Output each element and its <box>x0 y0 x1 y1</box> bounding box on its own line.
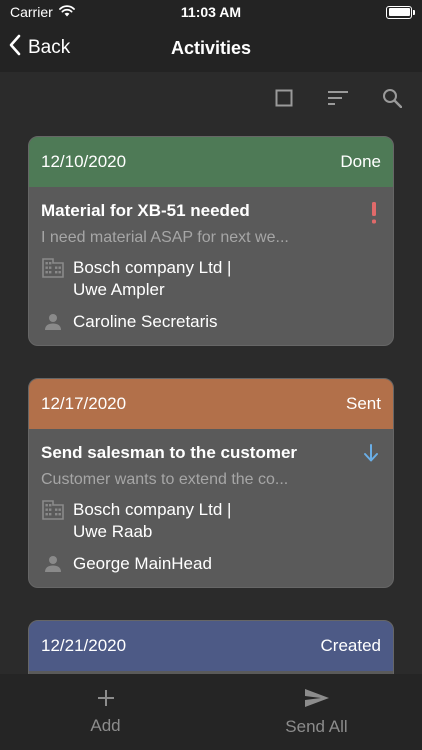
card-body: Send salesman to the customer Customer w… <box>29 429 393 587</box>
send-all-label: Send All <box>285 716 348 736</box>
chevron-left-icon <box>8 34 22 62</box>
sort-button[interactable] <box>318 80 358 120</box>
contact-name: Uwe Raab <box>73 522 153 541</box>
building-icon <box>41 257 65 279</box>
company-row: Bosch company Ltd | Uwe Ampler <box>41 257 381 301</box>
wifi-icon <box>58 4 75 20</box>
select-button[interactable] <box>264 80 304 120</box>
search-button[interactable] <box>372 80 412 120</box>
send-all-button[interactable]: Send All <box>237 674 397 750</box>
contact-name: Uwe Ampler <box>73 280 165 299</box>
add-button[interactable]: Add <box>26 674 186 750</box>
activity-status: Done <box>340 152 381 171</box>
card-header: 12/17/2020 Sent <box>29 379 393 429</box>
back-button[interactable]: Back <box>8 24 70 72</box>
activity-date: 12/21/2020 <box>41 636 127 655</box>
company-row: Bosch company Ltd | Uwe Raab <box>41 499 381 543</box>
assignee-name: George MainHead <box>73 554 212 573</box>
activity-title: Send salesman to the customer <box>41 443 298 462</box>
search-icon <box>382 88 403 113</box>
activity-description: Customer wants to extend the co... <box>41 471 289 488</box>
assignee-row: Caroline Secretaris <box>41 311 381 333</box>
company-name: Bosch company Ltd | <box>73 500 232 519</box>
activity-card[interactable]: 12/10/2020 Done Material for XB-51 neede… <box>28 136 394 346</box>
status-bar: Carrier 11:03 AM <box>0 0 422 24</box>
assignee-name: Caroline Secretaris <box>73 312 218 331</box>
send-icon <box>304 688 330 713</box>
activity-status: Created <box>320 636 381 655</box>
page-title: Activities <box>170 37 252 58</box>
exclamation-icon <box>369 201 379 230</box>
company-info: Bosch company Ltd | Uwe Raab <box>73 499 231 543</box>
activity-card[interactable]: 12/17/2020 Sent Send salesman to the cus… <box>28 378 394 588</box>
sort-icon <box>327 90 349 111</box>
arrow-down-icon <box>363 443 379 468</box>
carrier-label: Carrier <box>10 4 53 20</box>
back-label: Back <box>28 37 71 58</box>
nav-bar: Back Activities <box>0 24 422 72</box>
bottom-toolbar: Add Send All <box>0 674 422 750</box>
status-left: Carrier <box>10 4 75 20</box>
company-info: Bosch company Ltd | Uwe Ampler <box>73 257 231 301</box>
select-square-icon <box>275 89 293 112</box>
card-body: Material for XB-51 needed I need materia… <box>29 187 393 345</box>
card-header: 12/21/2020 Created <box>29 621 393 671</box>
activity-description: I need material ASAP for next we... <box>41 229 289 246</box>
plus-icon <box>97 689 115 712</box>
person-icon <box>41 311 65 333</box>
toolbar <box>264 80 412 120</box>
card-header: 12/10/2020 Done <box>29 137 393 187</box>
activity-date: 12/17/2020 <box>41 394 127 413</box>
company-name: Bosch company Ltd | <box>73 258 232 277</box>
activity-status: Sent <box>346 394 381 413</box>
assignee-row: George MainHead <box>41 553 381 575</box>
battery-icon <box>386 5 415 19</box>
person-icon <box>41 553 65 575</box>
add-label: Add <box>90 715 121 735</box>
building-icon <box>41 499 65 521</box>
activity-title: Material for XB-51 needed <box>41 201 250 220</box>
activity-date: 12/10/2020 <box>41 152 127 171</box>
